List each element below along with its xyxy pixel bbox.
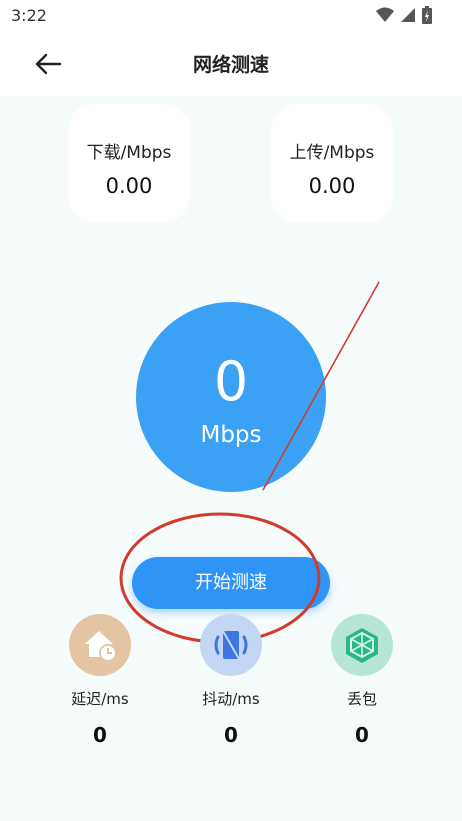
upload-label: 上传/Mbps bbox=[289, 143, 375, 163]
package-icon bbox=[346, 628, 378, 663]
jitter-metric: 抖动/ms 0 bbox=[176, 614, 286, 747]
battery-icon bbox=[422, 6, 432, 24]
upload-value: 0.00 bbox=[308, 174, 356, 198]
packet-loss-metric: 丢包 0 bbox=[307, 614, 417, 747]
app-header: 网络测速 bbox=[0, 32, 462, 96]
latency-metric: 延迟/ms 0 bbox=[45, 614, 155, 747]
upload-card: 上传/Mbps 0.00 bbox=[271, 104, 393, 222]
packet-loss-label: 丢包 bbox=[346, 690, 377, 708]
packet-loss-value: 0 bbox=[355, 723, 369, 747]
latency-label: 延迟/ms bbox=[71, 690, 129, 708]
metric-icon-bg bbox=[69, 614, 131, 676]
signal-icon bbox=[401, 8, 415, 22]
wifi-icon bbox=[376, 7, 394, 22]
home-clock-icon bbox=[85, 631, 117, 662]
speed-gauge: 0 Mbps bbox=[136, 302, 326, 492]
page-title: 网络测速 bbox=[192, 54, 269, 76]
speed-unit: Mbps bbox=[200, 422, 262, 448]
latency-value: 0 bbox=[93, 723, 107, 747]
download-card: 下载/Mbps 0.00 bbox=[68, 104, 190, 222]
metric-icon-bg bbox=[200, 614, 262, 676]
download-value: 0.00 bbox=[105, 174, 153, 198]
download-label: 下载/Mbps bbox=[86, 143, 172, 163]
start-test-button[interactable]: 开始测速 bbox=[132, 557, 330, 609]
jitter-value: 0 bbox=[224, 723, 238, 747]
jitter-icon bbox=[214, 630, 248, 660]
jitter-label: 抖动/ms bbox=[202, 690, 260, 708]
status-icons bbox=[376, 6, 432, 24]
status-bar: 3:22 bbox=[0, 0, 462, 32]
status-time: 3:22 bbox=[11, 6, 47, 25]
metric-icon-bg bbox=[331, 614, 393, 676]
speed-value: 0 bbox=[213, 350, 249, 413]
